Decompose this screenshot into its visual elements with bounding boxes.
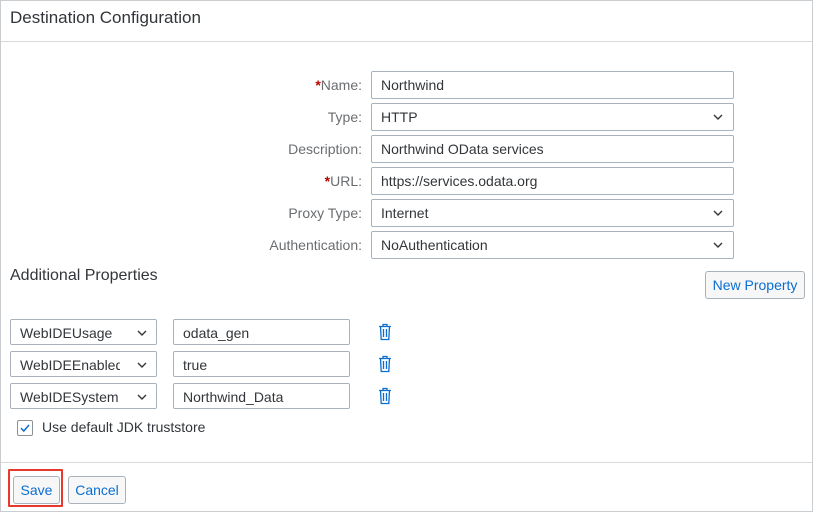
type-label: Type:	[327, 109, 362, 125]
trash-icon[interactable]	[377, 387, 393, 405]
url-input[interactable]: https://services.odata.org	[371, 167, 734, 195]
property-key-value: WebIDESystem	[20, 389, 119, 405]
chevron-down-icon[interactable]	[713, 240, 723, 250]
url-label: *URL:	[324, 173, 362, 189]
proxy-type-row: Proxy Type: Internet	[1, 199, 812, 227]
property-row: WebIDEEnabled true	[1, 351, 812, 379]
chevron-down-icon[interactable]	[137, 328, 147, 338]
dialog-title: Destination Configuration	[10, 8, 201, 27]
url-row: *URL: https://services.odata.org	[1, 167, 812, 195]
dialog-header: Destination Configuration	[1, 1, 812, 42]
property-key-select[interactable]: WebIDESystem	[10, 383, 157, 409]
truststore-label: Use default JDK truststore	[42, 419, 206, 435]
proxy-type-label: Proxy Type:	[288, 205, 362, 221]
checkmark-icon	[20, 424, 30, 433]
property-value-input[interactable]: odata_gen	[173, 319, 350, 345]
additional-properties-title: Additional Properties	[10, 267, 158, 284]
new-property-button[interactable]: New Property	[705, 271, 805, 299]
chevron-down-icon[interactable]	[713, 208, 723, 218]
authentication-select-value: NoAuthentication	[381, 237, 488, 253]
name-label: *Name:	[315, 77, 362, 93]
trash-icon[interactable]	[377, 355, 393, 373]
chevron-down-icon[interactable]	[137, 360, 147, 370]
type-row: Type: HTTP	[1, 103, 812, 131]
truststore-checkbox[interactable]	[17, 420, 33, 436]
cancel-button[interactable]: Cancel	[68, 476, 126, 504]
authentication-row: Authentication: NoAuthentication	[1, 231, 812, 259]
property-value-input[interactable]: true	[173, 351, 350, 377]
proxy-type-select-value: Internet	[381, 205, 429, 221]
name-input[interactable]: Northwind	[371, 71, 734, 99]
description-row: Description: Northwind OData services	[1, 135, 812, 163]
trash-icon[interactable]	[377, 323, 393, 341]
property-value-input[interactable]: Northwind_Data	[173, 383, 350, 409]
property-row: WebIDESystem Northwind_Data	[1, 383, 812, 411]
authentication-label: Authentication:	[269, 237, 362, 253]
property-key-select[interactable]: WebIDEUsage	[10, 319, 157, 345]
description-label: Description:	[288, 141, 362, 157]
proxy-type-select[interactable]: Internet	[371, 199, 734, 227]
destination-configuration-dialog: Destination Configuration *Name: Northwi…	[0, 0, 813, 512]
name-row: *Name: Northwind	[1, 71, 812, 99]
authentication-select[interactable]: NoAuthentication	[371, 231, 734, 259]
save-button[interactable]: Save	[13, 476, 60, 504]
chevron-down-icon[interactable]	[713, 112, 723, 122]
property-key-select[interactable]: WebIDEEnabled	[10, 351, 157, 377]
property-key-value: WebIDEUsage	[20, 325, 113, 341]
type-select-value: HTTP	[381, 109, 418, 125]
description-input[interactable]: Northwind OData services	[371, 135, 734, 163]
chevron-down-icon[interactable]	[137, 392, 147, 402]
property-row: WebIDEUsage odata_gen	[1, 319, 812, 347]
property-key-value: WebIDEEnabled	[20, 357, 120, 373]
type-select[interactable]: HTTP	[371, 103, 734, 131]
